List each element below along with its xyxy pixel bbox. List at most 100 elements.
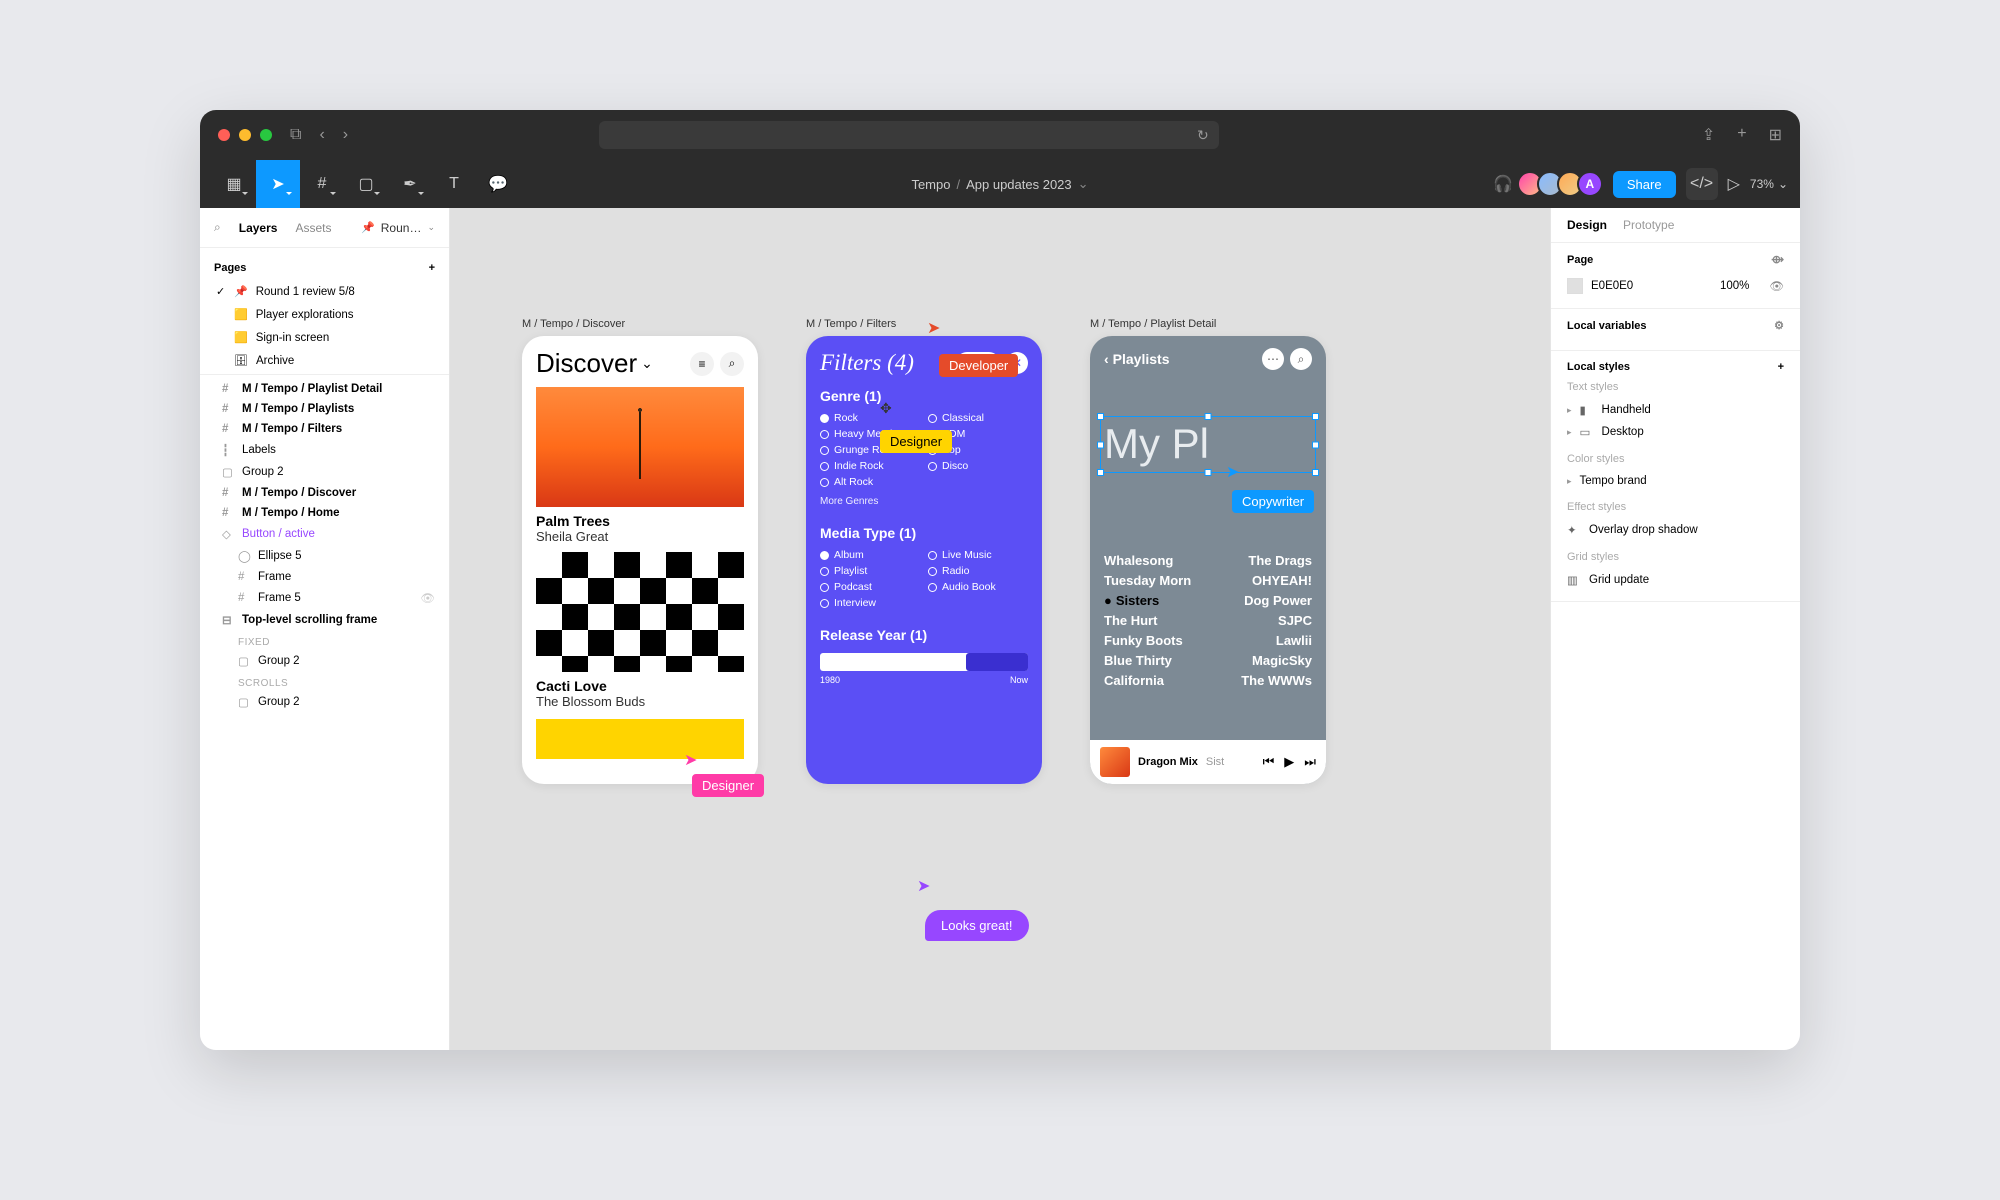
frame-playlist[interactable]: ‹ Playlists ⋯ ⌕ My Pl — [1090, 336, 1326, 784]
filter-option[interactable]: Album — [820, 549, 920, 561]
filter-icon[interactable]: ≡ — [690, 352, 714, 376]
cursor-icon: ➤ — [927, 320, 940, 337]
dev-mode-toggle[interactable]: </> — [1686, 168, 1718, 200]
layer-row[interactable]: ⊟Top-level scrolling frame — [200, 609, 449, 631]
page-color-swatch[interactable] — [1567, 278, 1583, 294]
share-button[interactable]: Share — [1613, 171, 1676, 198]
page-item[interactable]: 📌Round 1 review 5/8 — [214, 280, 435, 303]
filter-option[interactable]: Podcast — [820, 581, 920, 593]
grid-styles-label: Grid styles — [1567, 551, 1784, 563]
more-icon[interactable]: ⋯ — [1262, 348, 1284, 370]
visibility-icon[interactable]: 👁 — [1769, 279, 1784, 293]
back-button[interactable]: ‹ Playlists — [1104, 351, 1170, 367]
page-item[interactable]: 🟨Sign-in screen — [214, 326, 435, 349]
color-style-item[interactable]: ▸Tempo brand — [1567, 471, 1784, 491]
frame-tool[interactable]: # — [300, 160, 344, 208]
document-title[interactable]: Tempo / App updates 2023 ⌄ — [911, 176, 1088, 192]
sidebar-toggle-icon[interactable]: ⧉ — [290, 126, 301, 144]
chevron-down-icon[interactable]: ⌄ — [427, 222, 435, 233]
canvas[interactable]: M / Tempo / Discover Discover⌄ ≡ ⌕ — [450, 208, 1550, 1050]
effect-styles-label: Effect styles — [1567, 501, 1784, 513]
layer-row[interactable]: #Frame 5👁 — [200, 587, 449, 609]
more-genres-link[interactable]: More Genres — [820, 496, 1028, 507]
move-tool[interactable]: ➤ — [256, 160, 300, 208]
nav-back[interactable]: ‹ — [319, 126, 324, 144]
url-bar[interactable]: ↻ — [599, 121, 1219, 149]
nav-forward[interactable]: › — [343, 126, 348, 144]
filter-option[interactable]: Indie Rock — [820, 460, 920, 472]
prototype-tab[interactable]: Prototype — [1623, 218, 1674, 232]
frame-label[interactable]: M / Tempo / Playlist Detail — [1090, 318, 1326, 330]
effect-style-item[interactable]: ✦Overlay drop shadow — [1567, 519, 1784, 541]
now-playing-bar[interactable]: Dragon Mix Sist ⏮ ▶ ⏭ — [1090, 740, 1326, 784]
layer-row[interactable]: #M / Tempo / Filters — [200, 419, 449, 439]
filter-option[interactable]: Live Music — [928, 549, 1028, 561]
grid-style-item[interactable]: ▥Grid update — [1567, 569, 1784, 591]
search-icon[interactable]: ⌕ — [1290, 348, 1312, 370]
frame-discover[interactable]: Discover⌄ ≡ ⌕ Palm Trees Sheila Great — [522, 336, 758, 784]
zoom-control[interactable]: 73% ⌄ — [1750, 177, 1788, 191]
pen-tool[interactable]: ✒ — [388, 160, 432, 208]
player-artist: Sist — [1206, 756, 1224, 768]
layer-row[interactable]: #M / Tempo / Playlist Detail — [200, 379, 449, 399]
layer-row[interactable]: ◇Button / active — [200, 523, 449, 545]
refresh-icon[interactable]: ↻ — [1197, 127, 1209, 144]
layer-row[interactable]: ▢Group 2 — [200, 691, 449, 713]
add-style-button[interactable]: + — [1778, 361, 1784, 373]
filter-option[interactable]: Alt Rock — [820, 476, 920, 488]
filter-option[interactable]: Audio Book — [928, 581, 1028, 593]
comment-bubble[interactable]: ➤ Looks great! — [917, 876, 1029, 941]
present-icon[interactable]: ▷ — [1728, 174, 1740, 194]
filter-option[interactable]: Disco — [928, 460, 1028, 472]
tabs-grid-icon[interactable]: ⊞ — [1769, 125, 1782, 145]
prev-icon[interactable]: ⏮ — [1263, 754, 1275, 770]
search-icon[interactable]: ⌕ — [214, 220, 221, 235]
layer-row[interactable]: #M / Tempo / Playlists — [200, 399, 449, 419]
page-opacity[interactable]: 100% — [1720, 280, 1749, 292]
page-item[interactable]: 🟨Player explorations — [214, 303, 435, 326]
avatar-self[interactable]: A — [1577, 171, 1603, 197]
page-color-hex[interactable]: E0E0E0 — [1591, 280, 1633, 292]
add-page-button[interactable]: + — [429, 262, 435, 274]
maximize-window[interactable] — [260, 129, 272, 141]
new-tab-icon[interactable]: + — [1737, 125, 1746, 145]
local-variables-heading: Local variables — [1567, 320, 1647, 332]
main-menu[interactable]: ▦ — [212, 160, 256, 208]
settings-icon[interactable]: ⚙ — [1774, 319, 1784, 332]
design-tab[interactable]: Design — [1567, 218, 1607, 232]
layer-row[interactable]: #Frame — [200, 567, 449, 587]
year-slider[interactable] — [820, 653, 1028, 671]
layer-row[interactable]: #M / Tempo / Home — [200, 503, 449, 523]
search-icon[interactable]: ⌕ — [720, 352, 744, 376]
layer-row[interactable]: ▢Group 2 — [200, 461, 449, 483]
export-icon[interactable]: ⟴ — [1771, 253, 1784, 266]
shape-tool[interactable]: ▢ — [344, 160, 388, 208]
close-window[interactable] — [218, 129, 230, 141]
frame-label[interactable]: M / Tempo / Discover — [522, 318, 758, 330]
layers-tab[interactable]: Layers — [239, 221, 278, 235]
browser-right-actions: ⇪ + ⊞ — [1702, 125, 1782, 145]
share-icon[interactable]: ⇪ — [1702, 125, 1715, 145]
layer-row[interactable]: ┇Labels — [200, 439, 449, 461]
text-style-item[interactable]: ▸▭Desktop — [1567, 421, 1784, 443]
headphones-icon[interactable]: 🎧 — [1493, 174, 1513, 194]
assets-tab[interactable]: Assets — [295, 221, 331, 235]
page-item[interactable]: 🗄Archive — [214, 349, 435, 372]
browser-titlebar: ⧉ ‹ › ↻ ⇪ + ⊞ — [200, 110, 1800, 160]
layer-row[interactable]: ◯Ellipse 5 — [200, 545, 449, 567]
minimize-window[interactable] — [239, 129, 251, 141]
comment-tool[interactable]: 💬 — [476, 160, 520, 208]
song-title: Palm Trees — [536, 513, 744, 529]
chevron-down-icon[interactable]: ⌄ — [1078, 176, 1089, 192]
page-selector[interactable]: Roun… — [381, 221, 422, 235]
layer-row[interactable]: ▢Group 2 — [200, 650, 449, 672]
play-icon[interactable]: ▶ — [1284, 754, 1294, 770]
text-tool[interactable]: T — [432, 160, 476, 208]
track-artist: The Drags — [1241, 553, 1312, 568]
filter-option[interactable]: Interview — [820, 597, 920, 609]
filter-option[interactable]: Playlist — [820, 565, 920, 577]
next-icon[interactable]: ⏭ — [1304, 754, 1316, 770]
layer-row[interactable]: #M / Tempo / Discover — [200, 483, 449, 503]
text-style-item[interactable]: ▸▮Handheld — [1567, 399, 1784, 421]
filter-option[interactable]: Radio — [928, 565, 1028, 577]
